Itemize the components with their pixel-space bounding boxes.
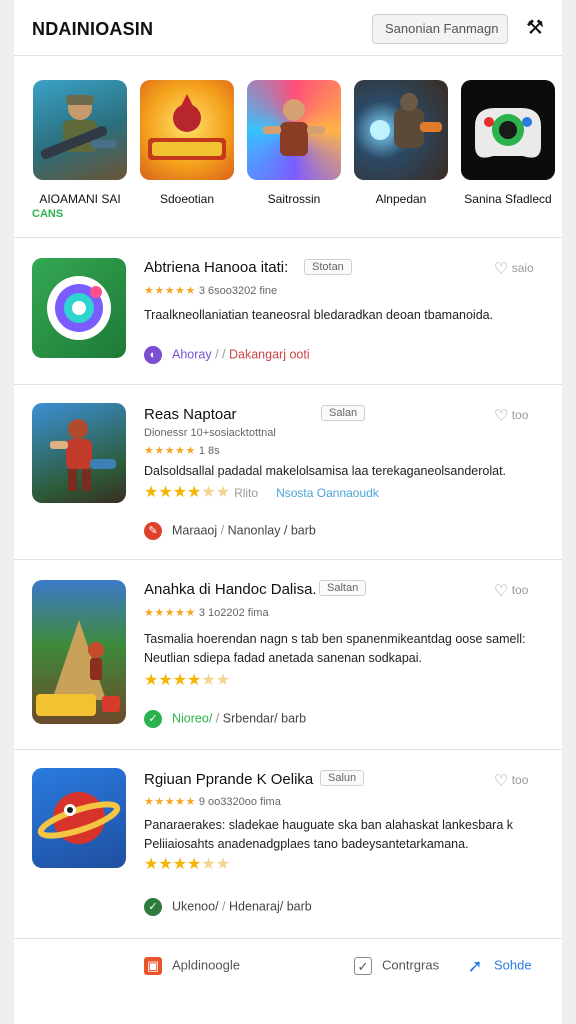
rating-stars-icon: ★★★★★ — [144, 796, 196, 808]
nav-contacts[interactable]: ✓ Contrgras — [354, 957, 439, 975]
developer-name: Ukenoo/ — [172, 899, 219, 914]
developer-name: Nioreo/ — [172, 711, 213, 726]
featured-item[interactable]: Sdoeotian — [139, 80, 235, 206]
user-rating: ★★★★★★ — [144, 856, 231, 873]
bottom-nav: ▣ Apldinoogle ✓ Contrgras ➚ Sohde — [14, 938, 562, 994]
favorite-count: too — [511, 408, 529, 423]
developer-badge-icon: ✓ — [144, 898, 162, 916]
game-art-logo-icon — [140, 80, 234, 180]
list-item[interactable]: Reas Naptoar Salan ♡ too Dionessr 10+sos… — [14, 385, 562, 560]
user-rating: ★★★★★★ — [144, 672, 231, 689]
favorite-count: too — [511, 583, 529, 598]
featured-name: Saitrossin — [267, 192, 321, 206]
list-item[interactable]: Rgiuan Pprande K Oelika Salun ♡ too ★★★★… — [14, 750, 562, 938]
community-link[interactable]: Nsosta Oannaoudk — [276, 486, 379, 500]
top-bar: NDAINIOASIN Sanonian Fanmagn ⚒ — [14, 0, 562, 56]
heart-icon: ♡ — [494, 583, 509, 600]
app-icon-orb — [32, 258, 126, 358]
developer-badge-icon: ✎ — [144, 522, 162, 540]
developer-category: Srbendar/ barb — [222, 711, 307, 726]
rating-line: ★★★★★ 3 6soo3202 fine — [144, 284, 277, 297]
featured-item[interactable]: Saitrossin — [246, 80, 342, 206]
brand-title: NDAINIOASIN — [32, 19, 154, 39]
contacts-icon: ✓ — [354, 957, 372, 975]
nav-apps[interactable]: ▣ Apldinoogle — [144, 957, 240, 975]
nav-share-label: Sohde — [494, 957, 532, 973]
developer-line[interactable]: ✓ Nioreo/ / Srbendar/ barb — [144, 710, 306, 728]
featured-item[interactable]: AIOAMANI SAI CANS — [32, 80, 128, 220]
featured-name: Sanina Sfadlecd — [464, 192, 552, 206]
heart-icon: ♡ — [494, 261, 509, 278]
list-item[interactable]: Anahka di Handoc Dalisa. Saltan ♡ too ★★… — [14, 560, 562, 750]
rating-meta: 9 oo3320oo fima — [198, 796, 281, 808]
developer-line[interactable]: ✎ Maraaoj / Nanonlay / barb — [144, 522, 316, 540]
featured-name: Alnpedan — [375, 192, 427, 206]
rating-meta: 1 8s — [198, 445, 220, 457]
favorite-count: saio — [511, 261, 534, 276]
gamepad-icon — [461, 80, 555, 180]
app-tag: Salun — [320, 770, 365, 786]
developer-badge-icon: ✓ — [144, 710, 162, 728]
app-description: Tasmalia hoerendan nagn s tab ben spanen… — [144, 632, 526, 665]
rating-line: ★★★★★ 3 1o2202 fima — [144, 606, 269, 619]
game-art-soldier-icon — [33, 80, 127, 180]
app-title: Anahka di Handoc Dalisa. — [144, 581, 317, 598]
app-tag: Stotan — [304, 259, 352, 275]
rating-meta: 3 6soo3202 fine — [198, 285, 278, 297]
app-icon-planet — [32, 768, 126, 868]
featured-sub: CANS — [32, 208, 64, 220]
publisher-line: Dionessr 10+sosiacktottnal — [144, 427, 276, 439]
developer-line[interactable]: ◐ Ahoray / / Dakangarj ooti — [144, 346, 310, 364]
developer-name: Ahoray — [172, 347, 212, 362]
app-description: Traalkneollaniatian teaneosral bledaradk… — [144, 308, 494, 322]
nav-apps-label: Apldinoogle — [172, 957, 240, 973]
app-title: Reas Naptoar — [144, 406, 237, 423]
game-art-fighter-icon — [247, 80, 341, 180]
developer-category: Dakangarj ooti — [229, 347, 310, 362]
featured-name: AIOAMANI SAI — [39, 192, 121, 206]
rating-stars-icon: ★★★★★ — [144, 285, 196, 297]
featured-item[interactable]: Sanina Sfadlecd — [460, 80, 556, 206]
game-art-mech-icon — [354, 80, 448, 180]
rating-line: ★★★★★ 1 8s — [144, 444, 220, 457]
user-rating: ★★★★★★ Rlito Nsosta Oannaoudk — [144, 484, 379, 501]
rating-stars-icon: ★★★★★ — [144, 445, 196, 457]
app-tag: Saltan — [319, 580, 367, 596]
share-arrow-icon: ➚ — [467, 956, 483, 976]
app-tag: Salan — [321, 405, 366, 421]
favorite-button[interactable]: ♡ saio — [494, 259, 534, 279]
app-icon-hero — [32, 403, 126, 503]
developer-category: Hdenaraj/ barb — [229, 899, 312, 914]
developer-line[interactable]: ✓ Ukenoo/ / Hdenaraj/ barb — [144, 898, 312, 916]
app-description: Dalsoldsallal padadal makelolsamisa laa … — [144, 464, 507, 478]
search-input[interactable]: Sanonian Fanmagn — [372, 14, 508, 44]
favorite-button[interactable]: ♡ too — [494, 581, 528, 601]
heart-icon: ♡ — [494, 408, 509, 425]
featured-name: Sdoeotian — [159, 192, 215, 206]
app-icon-runner — [32, 580, 126, 724]
nav-share[interactable]: ➚ Sohde — [466, 956, 532, 976]
list-item[interactable]: Abtriena Hanooa itati: Stotan ♡ saio ★★★… — [14, 238, 562, 385]
apps-icon: ▣ — [144, 957, 162, 975]
favorite-button[interactable]: ♡ too — [494, 771, 528, 791]
rating-label: Rlito — [234, 486, 259, 500]
nav-contacts-label: Contrgras — [382, 957, 440, 973]
heart-icon: ♡ — [494, 773, 509, 790]
tools-icon[interactable]: ⚒ — [522, 15, 548, 41]
app-title: Abtriena Hanooa itati: — [144, 259, 289, 276]
favorite-button[interactable]: ♡ too — [494, 406, 528, 426]
app-description: Panaraerakes: sladekae hauguate ska ban … — [144, 818, 514, 851]
rating-line: ★★★★★ 9 oo3320oo fima — [144, 795, 281, 808]
developer-category: Nanonlay / barb — [227, 523, 316, 538]
rating-stars-icon: ★★★★★ — [144, 607, 196, 619]
favorite-count: too — [511, 773, 529, 788]
app-shell: NDAINIOASIN Sanonian Fanmagn ⚒ AIOAMANI … — [14, 0, 562, 1024]
featured-item[interactable]: Alnpedan — [353, 80, 449, 206]
app-title: Rgiuan Pprande K Oelika — [144, 771, 314, 788]
developer-name: Maraaoj — [172, 523, 218, 538]
featured-carousel: AIOAMANI SAI CANS Sdoeotian Saitrossin A… — [14, 62, 562, 238]
developer-badge-icon: ◐ — [144, 346, 162, 364]
rating-meta: 3 1o2202 fima — [198, 607, 269, 619]
